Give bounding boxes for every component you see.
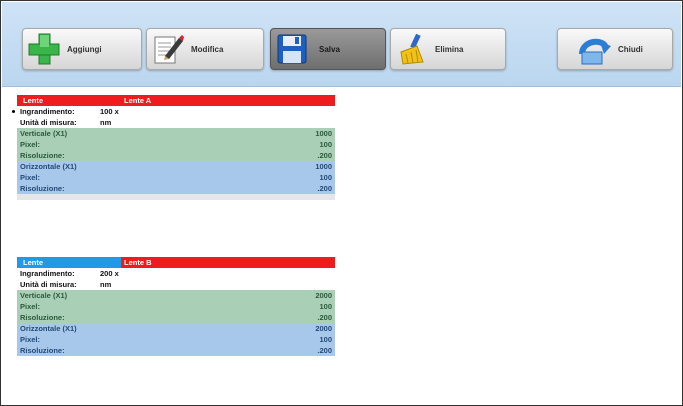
vertical-pixel-row: Pixel: 100: [17, 139, 335, 150]
close-button-label: Chiudi: [618, 44, 643, 54]
clear-button[interactable]: Elimina: [390, 28, 506, 70]
vertical-resolution-row: Risoluzione: .200: [17, 150, 335, 161]
selected-bullet-icon: [12, 110, 15, 113]
lens-panel-b[interactable]: Lente Lente B Ingrandimento: 200 x Unità…: [17, 257, 335, 356]
horizontal-pixel-row: Pixel: 100: [17, 334, 335, 345]
window: Aggiungi Modifica Salva Elimina Chiudi L…: [0, 0, 683, 406]
close-button[interactable]: Chiudi: [557, 28, 673, 70]
edit-button-label: Modifica: [191, 44, 224, 54]
unit-row: Unità di misura: nm: [17, 279, 335, 290]
panel-separator: [17, 194, 335, 200]
edit-document-icon: [151, 32, 185, 66]
edit-button[interactable]: Modifica: [146, 28, 264, 70]
horizontal-pixel-row: Pixel: 100: [17, 172, 335, 183]
save-button[interactable]: Salva: [270, 28, 386, 70]
magnification-row: Ingrandimento: 200 x: [17, 268, 335, 279]
vertical-pixel-row: Pixel: 100: [17, 301, 335, 312]
horizontal-row: Orizzontale (X1) 1000: [17, 161, 335, 172]
plus-icon: [27, 32, 61, 66]
lens-header: Lente Lente A: [17, 95, 335, 106]
horizontal-row: Orizzontale (X1) 2000: [17, 323, 335, 334]
vertical-row: Verticale (X1) 2000: [17, 290, 335, 301]
exit-icon: [578, 32, 612, 66]
vertical-row: Verticale (X1) 1000: [17, 128, 335, 139]
content-area: Lente Lente A Ingrandimento: 100 x Unità…: [2, 87, 681, 405]
save-button-label: Salva: [319, 44, 340, 54]
horizontal-resolution-row: Risoluzione: .200: [17, 345, 335, 356]
lens-header: Lente Lente B: [17, 257, 335, 268]
horizontal-resolution-row: Risoluzione: .200: [17, 183, 335, 194]
add-button-label: Aggiungi: [67, 44, 102, 54]
broom-icon: [395, 32, 429, 66]
vertical-resolution-row: Risoluzione: .200: [17, 312, 335, 323]
add-button[interactable]: Aggiungi: [22, 28, 142, 70]
unit-row: Unità di misura: nm: [17, 117, 335, 128]
magnification-row: Ingrandimento: 100 x: [12, 106, 335, 117]
toolbar: Aggiungi Modifica Salva Elimina Chiudi: [2, 2, 681, 87]
floppy-disk-icon: [275, 32, 309, 66]
clear-button-label: Elimina: [435, 44, 464, 54]
lens-panel-a[interactable]: Lente Lente A Ingrandimento: 100 x Unità…: [12, 95, 335, 200]
